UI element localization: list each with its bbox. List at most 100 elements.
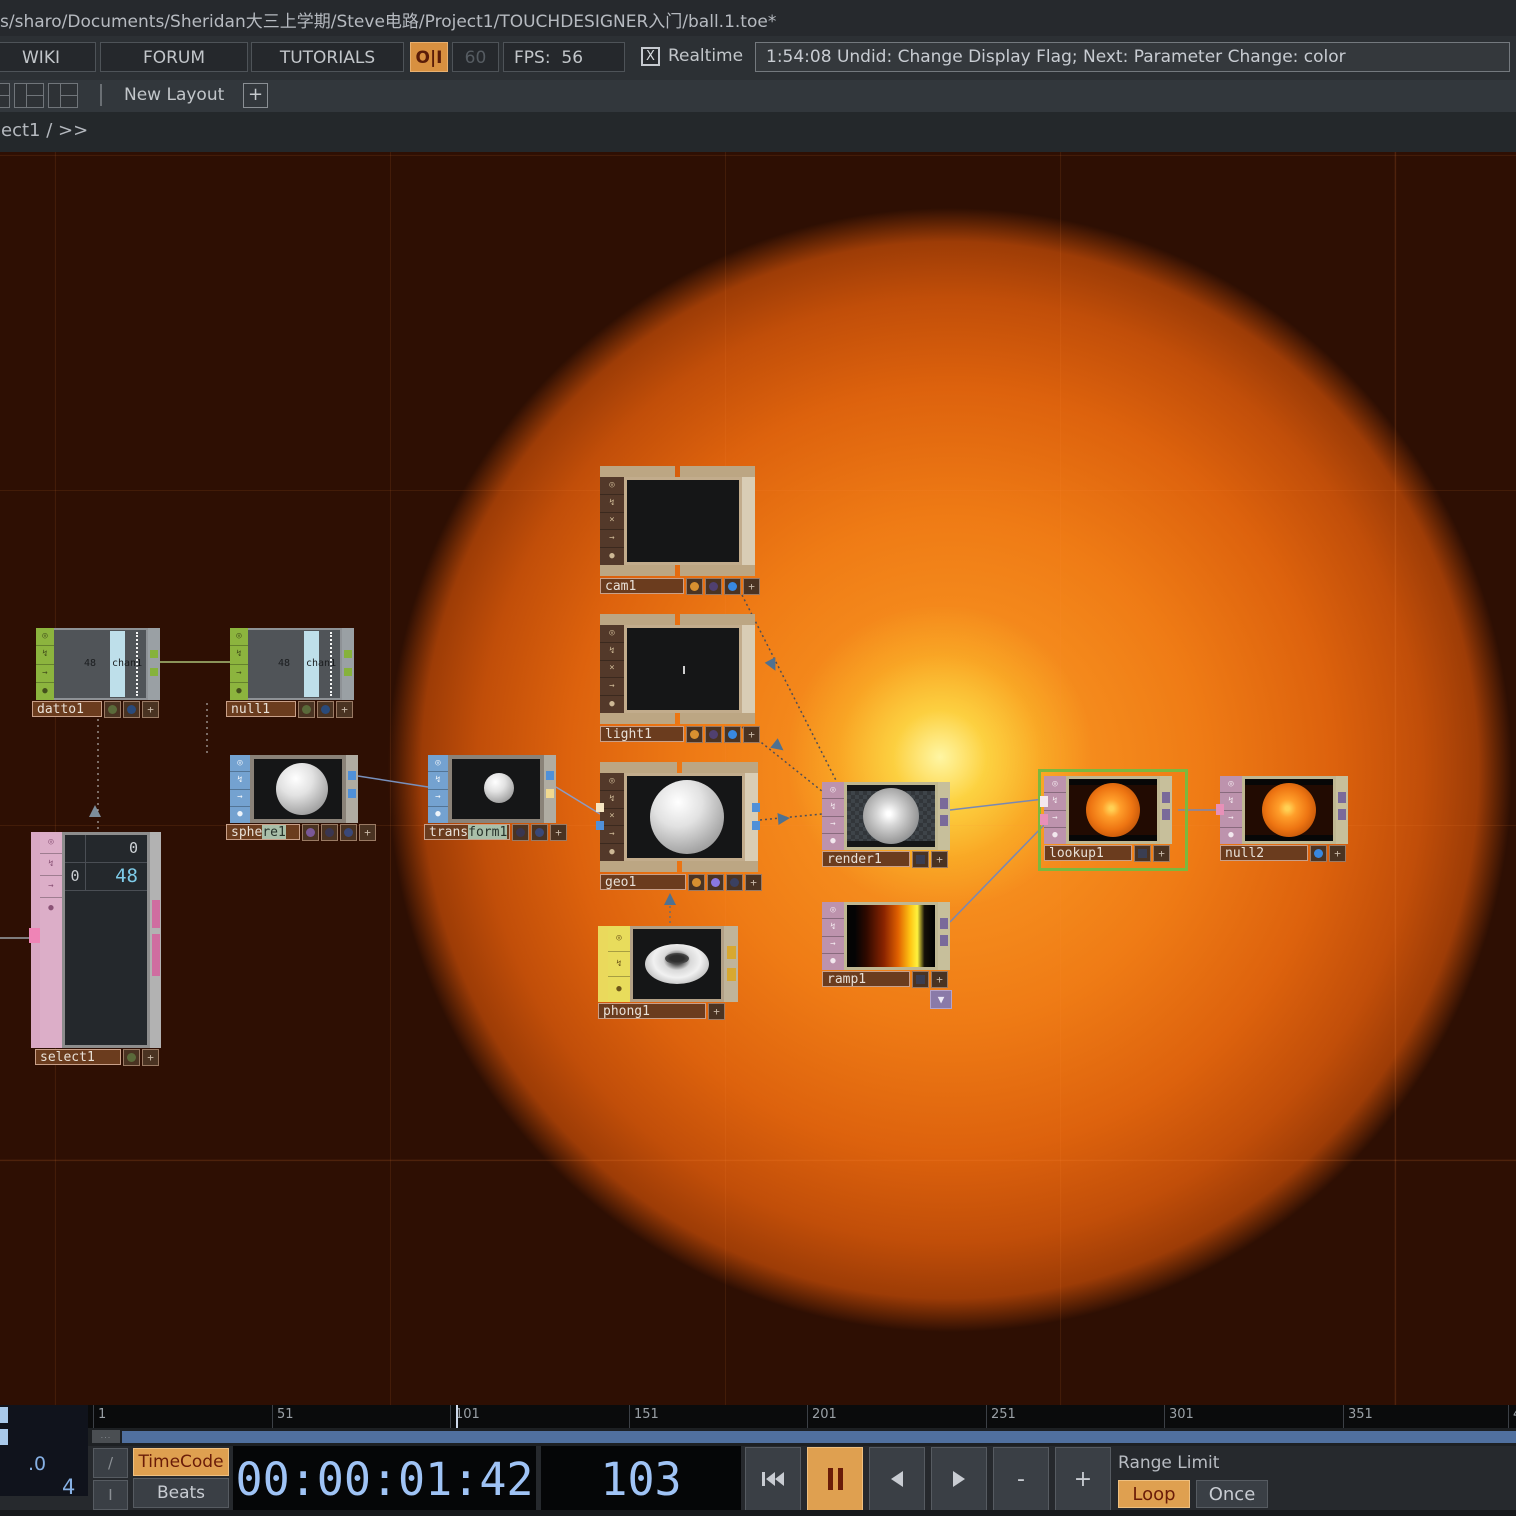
output-connectors[interactable] <box>938 782 950 850</box>
export-flag-icon[interactable]: → <box>40 876 62 898</box>
bypass-flag-icon[interactable]: ↯ <box>230 772 250 789</box>
export-flag-icon[interactable]: → <box>600 678 624 696</box>
node-add-button[interactable]: + <box>336 701 353 718</box>
node-viewer-frame[interactable] <box>624 477 742 565</box>
step-forward-button[interactable] <box>931 1447 987 1511</box>
output-connector[interactable] <box>752 821 760 830</box>
render-toggle-button[interactable] <box>512 824 529 841</box>
viewer-flag-icon[interactable]: ◎ <box>428 755 448 772</box>
beats-mode-button[interactable]: Beats <box>133 1478 229 1508</box>
output-connector[interactable] <box>150 668 158 676</box>
node-viewer-frame[interactable] <box>1242 776 1336 844</box>
pause-button[interactable] <box>807 1447 863 1511</box>
viewer-flag-icon[interactable]: ◎ <box>600 773 624 791</box>
export-flag-icon[interactable]: → <box>822 937 844 954</box>
range-grip[interactable]: ... <box>92 1430 120 1443</box>
cook-flag-icon[interactable]: ● <box>822 834 844 850</box>
bypass-flag-icon[interactable]: ↯ <box>230 646 248 664</box>
viewer-toggle-button[interactable] <box>123 1049 140 1066</box>
node-label[interactable]: lookup1 <box>1044 845 1132 861</box>
lock-flag-icon[interactable]: × <box>600 513 624 531</box>
node-flags[interactable]: ◎ ↯ × → ● <box>600 477 624 565</box>
input-connector-active[interactable] <box>1040 796 1048 807</box>
network-editor[interactable]: ◎ ↯ → ● 48 chan1 datto1 + <box>0 152 1516 1405</box>
viewer-flag-icon[interactable]: ◎ <box>230 755 250 772</box>
render-toggle-button[interactable] <box>321 824 338 841</box>
bypass-flag-icon[interactable]: ↯ <box>600 643 624 661</box>
output-connectors[interactable] <box>1336 776 1348 844</box>
cook-flag-icon[interactable]: ● <box>428 807 448 823</box>
breadcrumb[interactable]: ject1 / >> <box>0 120 88 141</box>
display-toggle-button[interactable] <box>912 971 929 988</box>
node-flags[interactable]: ◎ ↯ × → ● <box>600 773 624 861</box>
node-ramp1[interactable]: ◎ ↯ → ● ramp1 + ▼ <box>822 902 950 970</box>
input-connector[interactable] <box>1040 814 1048 825</box>
node-add-button[interactable]: + <box>743 726 760 743</box>
output-connectors[interactable] <box>346 755 358 823</box>
export-flag-icon[interactable]: → <box>600 530 624 548</box>
output-connector[interactable] <box>940 815 948 826</box>
output-input-toggle[interactable]: O|I <box>410 42 448 72</box>
render-toggle-button[interactable] <box>705 578 722 595</box>
output-connector[interactable] <box>344 650 352 658</box>
render-toggle-button[interactable] <box>705 726 722 743</box>
rate-field[interactable]: 60 <box>452 42 499 72</box>
loop-button[interactable]: Loop <box>1118 1480 1190 1508</box>
node-label[interactable]: cam1 <box>600 578 684 594</box>
output-connector[interactable] <box>727 946 736 959</box>
input-connector[interactable] <box>596 821 604 830</box>
export-flag-icon[interactable]: → <box>230 790 250 807</box>
node-add-button[interactable]: + <box>931 851 948 868</box>
output-connector[interactable] <box>150 650 158 658</box>
viewer-flag-icon[interactable]: ◎ <box>822 782 844 799</box>
display-toggle-button[interactable] <box>531 824 548 841</box>
viewer-flag-icon[interactable]: ◎ <box>608 926 630 952</box>
integer-mode-button[interactable]: I <box>93 1480 128 1510</box>
node-viewer-frame[interactable] <box>250 755 346 823</box>
display-toggle-button[interactable] <box>912 851 929 868</box>
node-viewer-frame[interactable] <box>630 926 724 1002</box>
node-add-button[interactable]: + <box>359 824 376 841</box>
display-toggle-button[interactable] <box>123 701 140 718</box>
cook-flag-icon[interactable]: ● <box>608 977 630 1002</box>
output-connector[interactable] <box>152 934 160 976</box>
node-phong1[interactable]: ◎ ↯ ● phong1 + <box>598 926 738 1002</box>
output-connector[interactable] <box>1338 792 1346 803</box>
node-flags[interactable]: ◎ ↯ → ● <box>36 628 54 700</box>
output-connector[interactable] <box>344 668 352 676</box>
node-label[interactable]: sphere1 <box>226 824 300 840</box>
output-connector[interactable] <box>546 771 554 780</box>
bypass-flag-icon[interactable]: ↯ <box>822 799 844 816</box>
viewer-toggle-button[interactable] <box>686 726 703 743</box>
bypass-flag-icon[interactable]: ↯ <box>822 919 844 936</box>
viewer-flag-icon[interactable]: ◎ <box>1044 776 1066 793</box>
viewer-flag-icon[interactable]: ◎ <box>600 625 624 643</box>
node-viewer-frame[interactable] <box>624 773 745 861</box>
node-flags[interactable]: ◎ ↯ → ● <box>428 755 448 823</box>
output-connectors[interactable] <box>148 628 160 700</box>
output-connectors[interactable] <box>938 902 950 970</box>
output-connector[interactable] <box>1162 809 1170 820</box>
node-viewer-frame[interactable] <box>1066 776 1160 844</box>
output-connector[interactable] <box>348 789 356 798</box>
cook-flag-icon[interactable]: ● <box>600 844 624 861</box>
input-connector-active[interactable] <box>596 803 604 812</box>
node-label[interactable]: datto1 <box>32 701 102 717</box>
node-sphere1[interactable]: ◎ ↯ → ● sphere1 + <box>230 755 358 823</box>
slash-mode-button[interactable]: / <box>93 1448 128 1478</box>
output-connectors[interactable] <box>544 755 556 823</box>
display-toggle-button[interactable] <box>1310 845 1327 862</box>
frame-increment-button[interactable]: + <box>1055 1447 1111 1511</box>
dat-table-viewer[interactable]: 0 0 48 <box>62 832 150 1048</box>
cook-flag-icon[interactable]: ● <box>40 898 62 919</box>
node-label[interactable]: geo1 <box>600 874 686 890</box>
node-label[interactable]: null2 <box>1220 845 1308 861</box>
output-connector[interactable] <box>1162 792 1170 803</box>
node-cam1[interactable]: ◎ ↯ × → ● cam1 + <box>600 466 755 576</box>
node-viewer-frame[interactable] <box>448 755 544 823</box>
layout-preset-icon[interactable] <box>0 83 10 108</box>
display-toggle-button[interactable] <box>340 824 357 841</box>
render-toggle-button[interactable] <box>707 874 724 891</box>
node-flags[interactable]: ◎ ↯ → ● <box>40 832 62 1048</box>
frame-decrement-button[interactable]: - <box>993 1447 1049 1511</box>
